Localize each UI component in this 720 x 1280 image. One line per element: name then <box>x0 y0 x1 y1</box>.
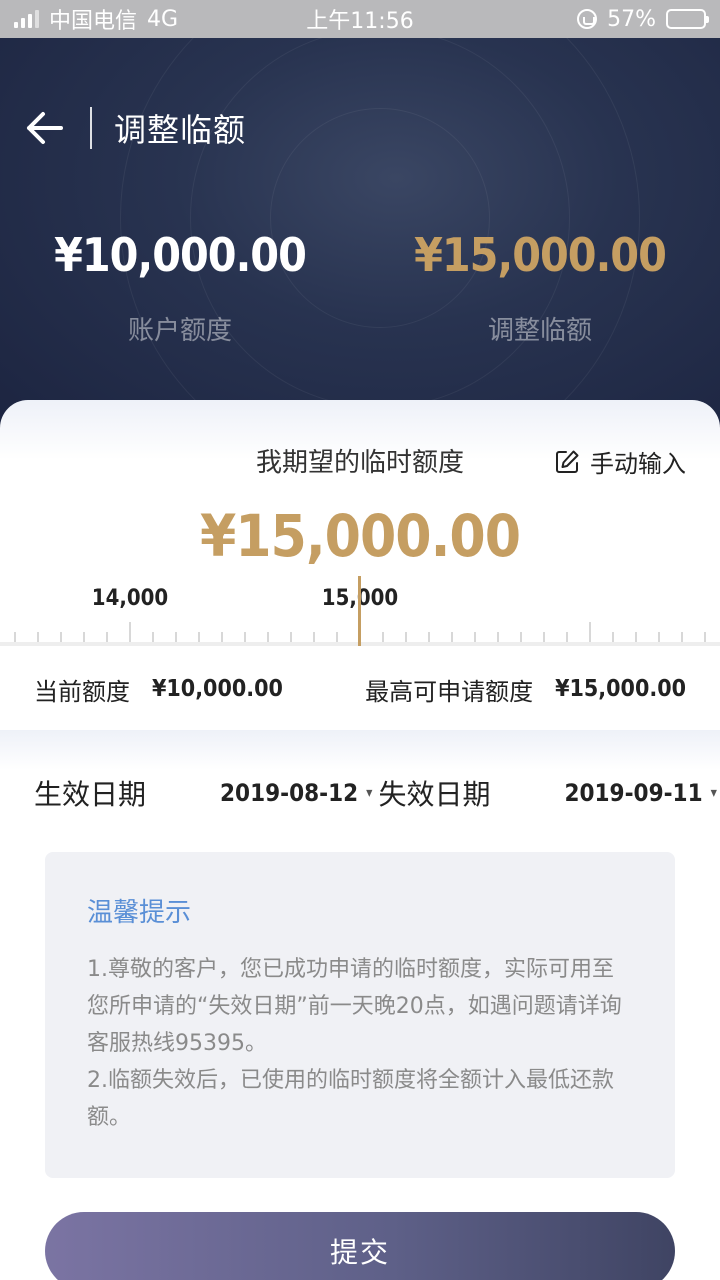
signal-icon <box>14 10 39 28</box>
status-right: 57% <box>577 6 709 32</box>
tips-box: 温馨提示 1.尊敬的客户，您已成功申请的临时额度，实际可用至您所申请的“失效日期… <box>45 852 675 1178</box>
back-button[interactable] <box>0 88 90 168</box>
ruler-tick <box>704 632 706 642</box>
max-limit-value: ¥15,000.00 <box>555 676 686 702</box>
manual-input-label: 手动输入 <box>590 450 686 478</box>
ruler-label-left: 14,000 <box>91 586 169 611</box>
effective-date-value: 2019-08-12 <box>220 779 359 807</box>
ruler-tick <box>474 632 476 642</box>
max-limit-label: 最高可申请额度 <box>365 677 534 706</box>
effective-date-picker[interactable]: 2019-08-12 ▾ <box>220 779 372 807</box>
ruler-tick <box>635 632 637 642</box>
current-limit: 当前额度 ¥10,000.00 <box>34 672 283 707</box>
page-title: 调整临额 <box>114 111 247 149</box>
ruler-tick <box>520 632 522 642</box>
nav-divider <box>90 107 92 149</box>
ruler-tick <box>83 632 85 642</box>
ruler-tick <box>336 632 338 642</box>
ruler-tick <box>612 632 614 642</box>
caret-down-icon: ▾ <box>710 785 717 801</box>
adjusted-limit: ¥15,000.00 调整临额 <box>360 228 720 347</box>
max-limit: 最高可申请额度 ¥15,000.00 <box>365 672 686 707</box>
ruler-tick <box>60 632 62 642</box>
section-divider <box>0 730 720 770</box>
ruler-tick <box>14 632 16 642</box>
adjusted-limit-label: 调整临额 <box>487 316 592 346</box>
ruler-indicator[interactable] <box>358 576 361 646</box>
ruler-tick <box>589 622 591 642</box>
effective-date-label: 生效日期 <box>34 778 147 811</box>
desired-limit-value: ¥15,000.00 <box>199 502 521 570</box>
submit-button[interactable]: 提交 <box>45 1212 675 1280</box>
edit-icon <box>556 450 579 473</box>
ruler-tick <box>37 632 39 642</box>
network-type: 4G <box>147 6 179 32</box>
ruler-tick <box>658 632 660 642</box>
ruler-tick <box>267 632 269 642</box>
expiry-date-label: 失效日期 <box>378 778 491 811</box>
status-left: 中国电信 4G <box>14 3 178 35</box>
account-limit-label: 账户额度 <box>127 316 232 346</box>
ruler-tick <box>244 632 246 642</box>
tip-line-2: 2.临额失效后，已使用的临时额度将全额计入最低还款额。 <box>87 1068 614 1130</box>
limit-ruler-slider[interactable]: 14,000 15,000 <box>0 576 720 646</box>
ruler-tick <box>566 632 568 642</box>
ruler-tick <box>451 632 453 642</box>
hero-header: 调整临额 ¥10,000.00 账户额度 ¥15,000.00 调整临额 <box>0 38 720 438</box>
rotation-lock-icon <box>577 9 598 29</box>
status-bar: 中国电信 4G 上午11:56 57% <box>0 0 720 38</box>
ruler-tick <box>129 622 131 642</box>
ruler-tick <box>106 632 108 642</box>
ruler-tick <box>497 632 499 642</box>
limit-summary: ¥10,000.00 账户额度 ¥15,000.00 调整临额 <box>0 228 720 347</box>
adjusted-limit-value: ¥15,000.00 <box>414 228 667 282</box>
expiry-date-value: 2019-09-11 <box>564 779 703 807</box>
account-limit: ¥10,000.00 账户额度 <box>0 228 360 347</box>
ruler-tick <box>175 632 177 642</box>
ruler-tick <box>198 632 200 642</box>
ruler-tick <box>428 632 430 642</box>
ruler-tick <box>681 632 683 642</box>
limits-row: 当前额度 ¥10,000.00 最高可申请额度 ¥15,000.00 <box>0 648 720 730</box>
battery-icon <box>666 9 709 29</box>
ruler-tick <box>405 632 407 642</box>
ruler-tick <box>543 632 545 642</box>
caret-down-icon: ▾ <box>366 785 373 801</box>
current-limit-value: ¥10,000.00 <box>152 676 283 702</box>
ruler-tick <box>382 632 384 642</box>
current-limit-label: 当前额度 <box>34 677 130 706</box>
tips-text: 1.尊敬的客户，您已成功申请的临时额度，实际可用至您所申请的“失效日期”前一天晚… <box>87 951 635 1136</box>
battery-percent: 57% <box>607 6 656 32</box>
arrow-left-icon <box>27 112 63 144</box>
dates-row: 生效日期 2019-08-12 ▾ 失效日期 2019-09-11 ▾ <box>0 768 720 818</box>
carrier-name: 中国电信 <box>49 9 138 34</box>
manual-input-button[interactable]: 手动输入 <box>554 444 686 479</box>
account-limit-value: ¥10,000.00 <box>54 228 307 282</box>
tip-line-1: 1.尊敬的客户，您已成功申请的临时额度，实际可用至您所申请的“失效日期”前一天晚… <box>87 957 622 1056</box>
ruler-tick <box>290 632 292 642</box>
expiry-date-picker[interactable]: 2019-09-11 ▾ <box>564 779 716 807</box>
adjust-card: 我期望的临时额度 手动输入 ¥15,000.00 14,000 15,000 当… <box>0 400 720 1280</box>
ruler-tick <box>313 632 315 642</box>
tips-title: 温馨提示 <box>87 898 192 928</box>
nav-bar: 调整临额 <box>0 88 720 168</box>
ruler-tick <box>221 632 223 642</box>
ruler-tick <box>152 632 154 642</box>
